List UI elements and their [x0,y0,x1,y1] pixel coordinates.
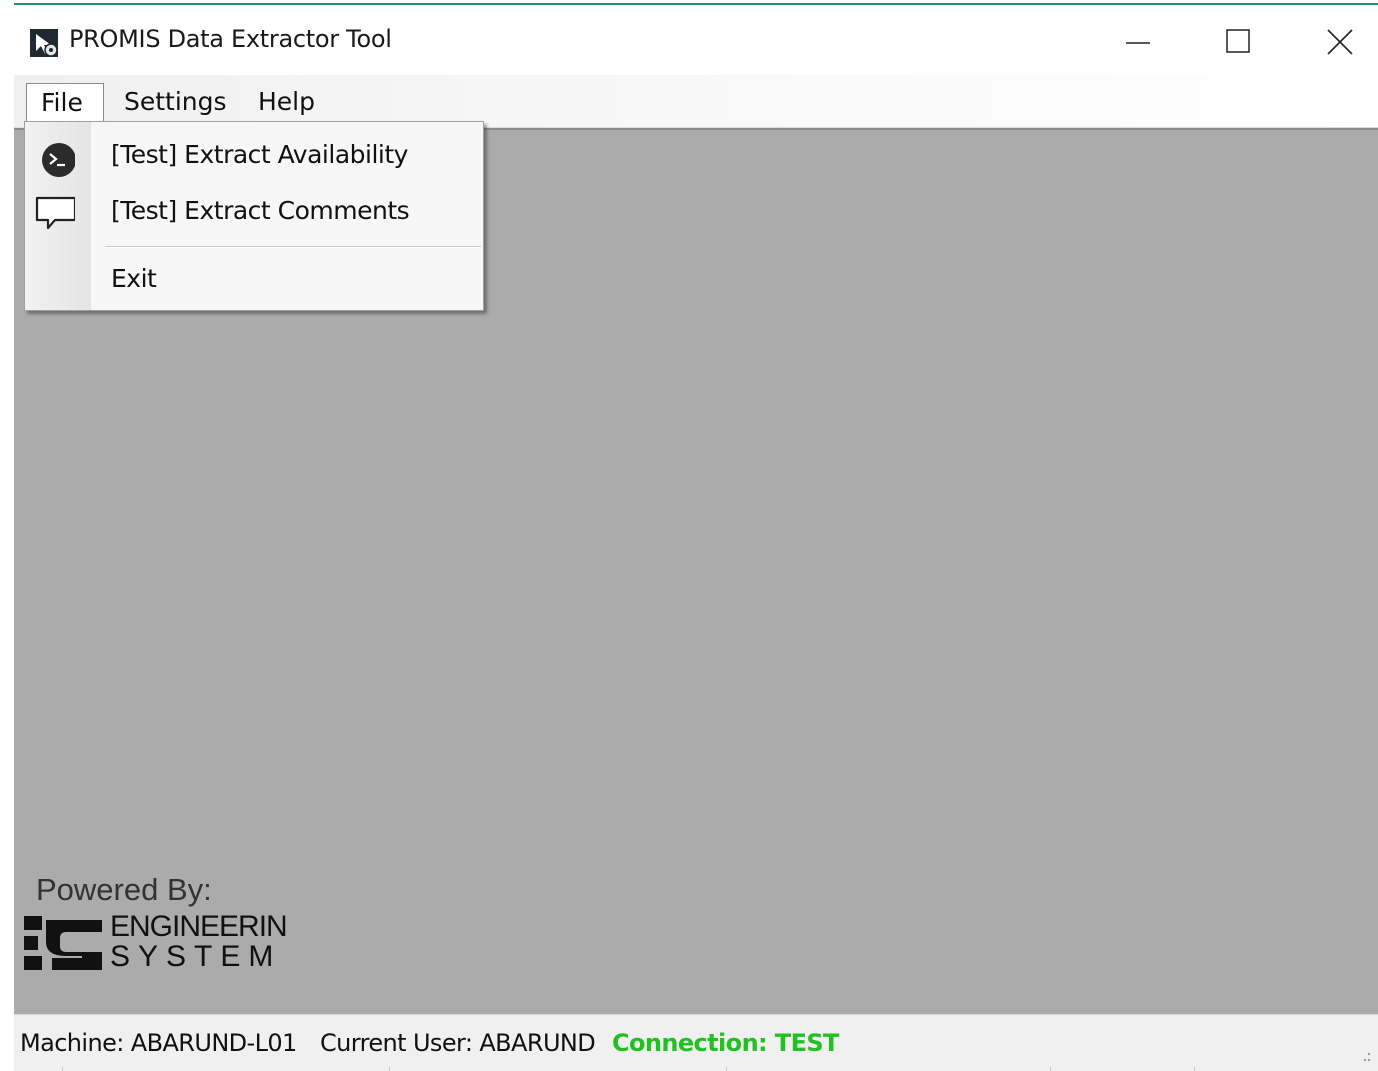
menu-item-extract-comments[interactable]: [Test] Extract Comments [25,186,483,236]
menu-item-exit[interactable]: Exit [25,256,483,306]
status-divider [389,1067,390,1071]
menu-item-label: [Test] Extract Availability [111,140,408,169]
resize-grip-icon[interactable] [1356,1049,1372,1065]
menu-item-label: Exit [111,264,157,293]
app-icon [30,29,58,57]
status-divider [1050,1067,1051,1071]
status-machine: Machine: ABARUND-L01 [20,1029,297,1057]
status-connection: Connection: TEST [612,1029,839,1057]
file-dropdown-menu: [Test] Extract Availability [Test] Extra… [24,121,484,311]
powered-by-label: Powered By: [36,872,212,907]
status-divider [62,1067,63,1071]
logo-text-line2: SYSTEM [110,940,282,973]
menu-item-label: [Test] Extract Comments [111,196,410,225]
engineering-systems-logo-icon [24,916,102,970]
menu-item-extract-availability[interactable]: [Test] Extract Availability [25,130,483,180]
menu-help[interactable]: Help [244,83,329,123]
close-button[interactable] [1288,5,1378,75]
status-divider [1194,1067,1195,1071]
menu-separator [105,246,481,248]
window-title: PROMIS Data Extractor Tool [69,25,392,53]
status-bar: Machine: ABARUND-L01 Current User: ABARU… [14,1014,1378,1071]
terminal-icon [35,138,76,178]
menu-settings[interactable]: Settings [110,83,241,123]
maximize-icon [1226,29,1250,53]
close-icon [1327,29,1353,55]
minimize-button[interactable] [1088,5,1188,75]
company-logo: ENGINEERIN SYSTEM [22,912,312,976]
maximize-button[interactable] [1188,5,1288,75]
speech-bubble-icon [35,194,77,234]
minimize-icon [1126,42,1150,44]
status-current-user: Current User: ABARUND [320,1029,596,1057]
title-bar[interactable]: PROMIS Data Extractor Tool [14,5,1378,75]
app-window: PROMIS Data Extractor Tool File Settings… [14,3,1378,1071]
status-divider [726,1067,727,1071]
logo-text-line1: ENGINEERIN [110,910,288,943]
